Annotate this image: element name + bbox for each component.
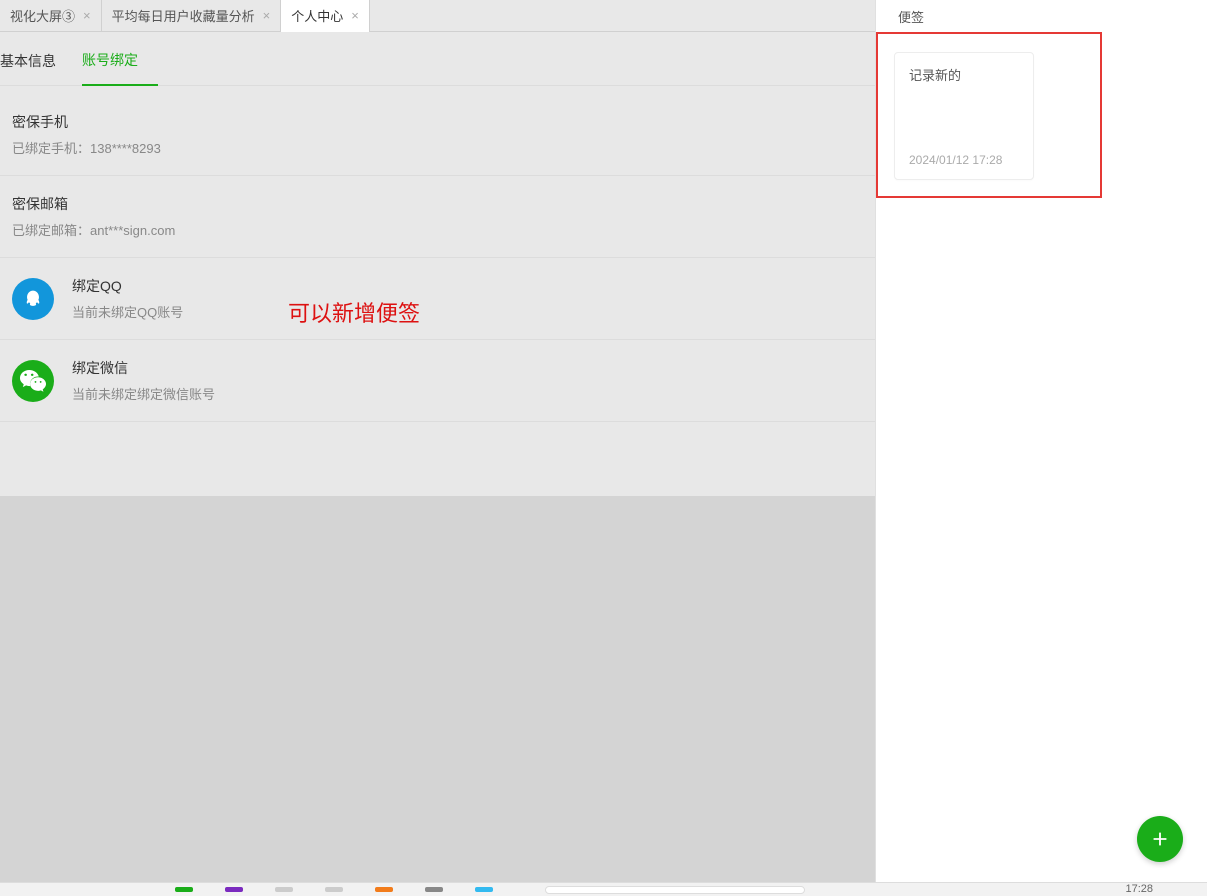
taskbar-app-icon[interactable]	[425, 887, 443, 892]
qq-icon	[12, 278, 54, 320]
binding-wechat[interactable]: 绑定微信 当前未绑定绑定微信账号	[0, 340, 875, 422]
note-text: 记录新的	[909, 65, 1019, 84]
tab-label: 平均每日用户收藏量分析	[112, 6, 255, 25]
taskbar: 17:28	[0, 882, 1207, 896]
main-content-area: 视化大屏③ × 平均每日用户收藏量分析 × 个人中心 × 基本信息 账号绑定 密…	[0, 0, 875, 882]
taskbar-app-icon[interactable]	[175, 887, 193, 892]
close-icon[interactable]: ×	[263, 8, 271, 23]
sidebar-body: 记录新的 2024/01/12 17:28	[876, 32, 1207, 882]
binding-email[interactable]: 密保邮箱 已绑定邮箱：ant***sign.com	[0, 176, 875, 258]
bindings-list: 密保手机 已绑定手机：138****8293 密保邮箱 已绑定邮箱：ant***…	[0, 86, 875, 422]
taskbar-active-window[interactable]	[545, 886, 805, 894]
sub-tabs: 基本信息 账号绑定	[0, 32, 875, 86]
tabs-bar: 视化大屏③ × 平均每日用户收藏量分析 × 个人中心 ×	[0, 0, 875, 32]
taskbar-clock[interactable]: 17:28	[1125, 883, 1153, 895]
binding-title: 绑定微信	[72, 358, 863, 378]
binding-title: 密保手机	[12, 112, 863, 132]
note-card[interactable]: 记录新的 2024/01/12 17:28	[894, 52, 1034, 180]
tab-dashboard[interactable]: 视化大屏③ ×	[0, 0, 102, 32]
tab-label: 视化大屏③	[10, 6, 75, 25]
subtab-basic-info[interactable]: 基本信息	[0, 37, 76, 85]
content-panel: 基本信息 账号绑定 密保手机 已绑定手机：138****8293 密保邮箱 已绑…	[0, 32, 875, 496]
add-note-button[interactable]	[1137, 816, 1183, 862]
taskbar-app-icon[interactable]	[475, 887, 493, 892]
binding-title: 绑定QQ	[72, 276, 863, 296]
binding-desc: 当前未绑定绑定微信账号	[72, 384, 863, 403]
notes-sidebar: 便签 记录新的 2024/01/12 17:28	[875, 0, 1207, 882]
taskbar-app-icon[interactable]	[225, 887, 243, 892]
plus-icon	[1149, 828, 1171, 850]
binding-qq[interactable]: 绑定QQ 当前未绑定QQ账号	[0, 258, 875, 340]
taskbar-app-icon[interactable]	[275, 887, 293, 892]
binding-phone[interactable]: 密保手机 已绑定手机：138****8293	[0, 94, 875, 176]
note-timestamp: 2024/01/12 17:28	[909, 153, 1019, 167]
binding-title: 密保邮箱	[12, 194, 863, 214]
subtab-account-binding[interactable]: 账号绑定	[82, 36, 158, 86]
taskbar-icons	[0, 887, 493, 892]
tab-personal-center[interactable]: 个人中心 ×	[281, 0, 370, 32]
close-icon[interactable]: ×	[83, 8, 91, 23]
wechat-icon	[12, 360, 54, 402]
taskbar-app-icon[interactable]	[375, 887, 393, 892]
tab-label: 个人中心	[291, 6, 343, 25]
taskbar-app-icon[interactable]	[325, 887, 343, 892]
binding-desc: 已绑定邮箱：ant***sign.com	[12, 220, 863, 239]
binding-desc: 已绑定手机：138****8293	[12, 138, 863, 157]
close-icon[interactable]: ×	[351, 8, 359, 23]
sidebar-title: 便签	[876, 0, 1207, 32]
tab-analysis[interactable]: 平均每日用户收藏量分析 ×	[102, 0, 282, 32]
binding-desc: 当前未绑定QQ账号	[72, 302, 863, 321]
